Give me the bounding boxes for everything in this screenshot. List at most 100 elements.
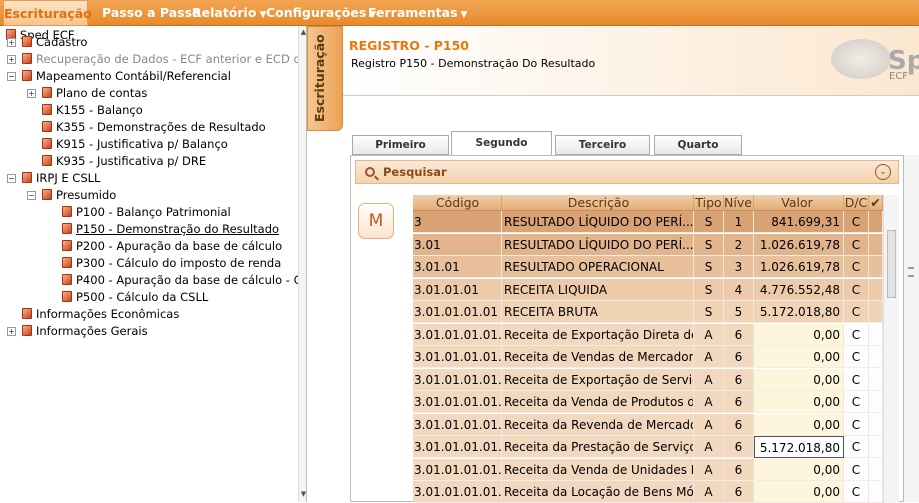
cell-valor[interactable]: 0,00: [754, 368, 844, 391]
cell-dc[interactable]: C: [844, 278, 869, 301]
tree-expander-icon[interactable]: −: [7, 72, 16, 81]
cell-nivel[interactable]: 6: [724, 391, 754, 413]
search-bar[interactable]: Pesquisar ⌄: [355, 160, 899, 184]
cell-valor[interactable]: 4.776.552,48: [754, 278, 844, 301]
cell-nivel[interactable]: 6: [724, 323, 754, 346]
chevron-down-icon[interactable]: ⌄: [875, 164, 891, 180]
cell-descricao[interactable]: Receita de Exportação Direta de ...: [502, 323, 694, 346]
cell-codigo[interactable]: 3.01.01.01.01....: [413, 323, 502, 346]
tree-node[interactable]: K155 - Balanço: [42, 102, 143, 119]
table-row[interactable]: 3.01.01.01.01....Receita da Prestação de…: [413, 436, 883, 458]
col-tipo[interactable]: Tipo: [694, 195, 724, 211]
menu-configuracoes[interactable]: Configurações ▼: [266, 0, 376, 26]
tree-expander-icon[interactable]: −: [7, 174, 16, 183]
tree-node[interactable]: P200 - Apuração da base de cálculo: [62, 238, 282, 255]
cell-check[interactable]: [869, 211, 883, 233]
cell-valor[interactable]: 0,00: [754, 391, 844, 413]
cell-nivel[interactable]: 2: [724, 233, 754, 256]
menu-passo-a-passo[interactable]: Passo a Passo: [102, 0, 201, 26]
cell-nivel[interactable]: 6: [724, 413, 754, 436]
cell-tipo[interactable]: A: [694, 413, 724, 436]
col-valor[interactable]: Valor: [754, 195, 844, 211]
cell-dc[interactable]: C: [844, 256, 869, 278]
cell-nivel[interactable]: 1: [724, 211, 754, 233]
menu-ferramentas[interactable]: Ferramentas ▼: [368, 0, 467, 26]
cell-check[interactable]: [869, 391, 883, 413]
table-row[interactable]: 3.01.01.01.01 RECEITA BRUTA S 5 5.172.018,80…: [413, 301, 883, 323]
scroll-down-icon[interactable]: ▼: [300, 490, 306, 499]
side-tab-escrituracao[interactable]: Escrituração: [307, 26, 343, 131]
cell-check[interactable]: [869, 413, 883, 436]
cell-tipo[interactable]: A: [694, 481, 724, 503]
cell-dc[interactable]: C: [844, 481, 869, 503]
tree-node[interactable]: K355 - Demonstrações de Resultado: [42, 119, 266, 136]
cell-dc[interactable]: C: [844, 391, 869, 413]
cell-nivel[interactable]: 5: [724, 301, 754, 323]
cell-valor[interactable]: 1.026.619,78: [754, 256, 844, 278]
cell-descricao[interactable]: RESULTADO OPERACIONAL: [502, 256, 694, 278]
tree-node[interactable]: Informações Econômicas: [22, 306, 179, 323]
cell-dc[interactable]: C: [844, 301, 869, 323]
tree-node[interactable]: K915 - Justificativa p/ Balanço: [42, 136, 228, 153]
cell-nivel[interactable]: 6: [724, 346, 754, 368]
check-icon[interactable]: ✔: [869, 195, 883, 211]
tab-terceiro-trimestre[interactable]: Terceiro Trimestre: [555, 135, 650, 169]
cell-nivel[interactable]: 6: [724, 368, 754, 391]
scroll-up-icon[interactable]: ▲: [300, 28, 306, 37]
cell-dc[interactable]: C: [844, 323, 869, 346]
cell-descricao[interactable]: RESULTADO LÍQUIDO DO PERÍ...: [502, 233, 694, 256]
cell-valor[interactable]: 1.026.619,78: [754, 233, 844, 256]
cell-descricao[interactable]: Receita da Venda de Produtos d...: [502, 391, 694, 413]
m-badge-button[interactable]: M: [358, 203, 394, 239]
cell-codigo[interactable]: 3.01.01.01: [413, 278, 502, 301]
cell-tipo[interactable]: A: [694, 346, 724, 368]
cell-codigo[interactable]: 3.01.01.01.01....: [413, 391, 502, 413]
table-row[interactable]: 3.01.01.01.01....Receita da Revenda de M…: [413, 413, 883, 436]
cell-dc[interactable]: C: [844, 346, 869, 368]
table-row[interactable]: 3.01.01 RESULTADO OPERACIONAL S 3 1.026.619,…: [413, 256, 883, 278]
tree-node[interactable]: Cadastro: [22, 34, 87, 51]
cell-codigo[interactable]: 3.01.01.01.01....: [413, 346, 502, 368]
col-nivel[interactable]: Nível: [724, 195, 754, 211]
tree-node[interactable]: Mapeamento Contábil/Referencial: [22, 68, 231, 85]
table-row[interactable]: 3.01.01.01.01....Receita da Venda de Pro…: [413, 391, 883, 413]
tree-node[interactable]: Recuperação de Dados - ECF anterior e EC…: [22, 51, 306, 68]
panel-scrollbar[interactable]: [904, 155, 919, 502]
cell-tipo[interactable]: A: [694, 323, 724, 346]
cell-codigo[interactable]: 3.01.01.01.01....: [413, 458, 502, 481]
tree-node[interactable]: Plano de contas: [42, 85, 147, 102]
tree-node[interactable]: Informações Gerais: [22, 323, 148, 340]
cell-valor[interactable]: 0,00: [754, 413, 844, 436]
cell-tipo[interactable]: S: [694, 256, 724, 278]
tree-node[interactable]: Presumido: [42, 187, 116, 204]
cell-tipo[interactable]: A: [694, 458, 724, 481]
cell-dc[interactable]: C: [844, 233, 869, 256]
cell-check[interactable]: [869, 458, 883, 481]
cell-check[interactable]: [869, 301, 883, 323]
cell-codigo[interactable]: 3.01: [413, 233, 502, 256]
cell-valor[interactable]: 0,00: [754, 323, 844, 346]
tree-node[interactable]: IRPJ E CSLL: [22, 170, 100, 187]
cell-valor[interactable]: 0,00: [754, 346, 844, 368]
tree-expander-icon[interactable]: +: [7, 327, 16, 336]
cell-tipo[interactable]: A: [694, 391, 724, 413]
tree-expander-icon[interactable]: −: [27, 191, 36, 200]
cell-codigo[interactable]: 3.01.01.01.01....: [413, 368, 502, 391]
cell-valor[interactable]: 0,00: [754, 481, 844, 503]
table-row[interactable]: 3.01.01.01.01....Receita de Vendas de Me…: [413, 346, 883, 368]
cell-check[interactable]: [869, 256, 883, 278]
cell-descricao[interactable]: Receita de Exportação de Serviç...: [502, 368, 694, 391]
cell-tipo[interactable]: A: [694, 368, 724, 391]
cell-nivel[interactable]: 4: [724, 278, 754, 301]
tree-node[interactable]: P400 - Apuração da base de cálculo - CSL…: [62, 272, 306, 289]
cell-valor[interactable]: 5.172.018,80: [754, 301, 844, 323]
cell-descricao[interactable]: Receita da Venda de Unidades I...: [502, 458, 694, 481]
cell-valor[interactable]: 5.172.018,80: [754, 436, 844, 458]
table-row[interactable]: 3.01.01.01 RECEITA LIQUIDA S 4 4.776.552,48 C: [413, 278, 883, 301]
cell-nivel[interactable]: 6: [724, 481, 754, 503]
cell-dc[interactable]: C: [844, 413, 869, 436]
tree-scrollbar[interactable]: ▲ ▼: [298, 26, 306, 502]
cell-descricao[interactable]: Receita da Prestação de Serviço...: [502, 436, 694, 458]
tab-segundo-trimestre[interactable]: Segundo Trimestre: [451, 131, 552, 171]
tree-expander-icon[interactable]: +: [7, 38, 16, 47]
